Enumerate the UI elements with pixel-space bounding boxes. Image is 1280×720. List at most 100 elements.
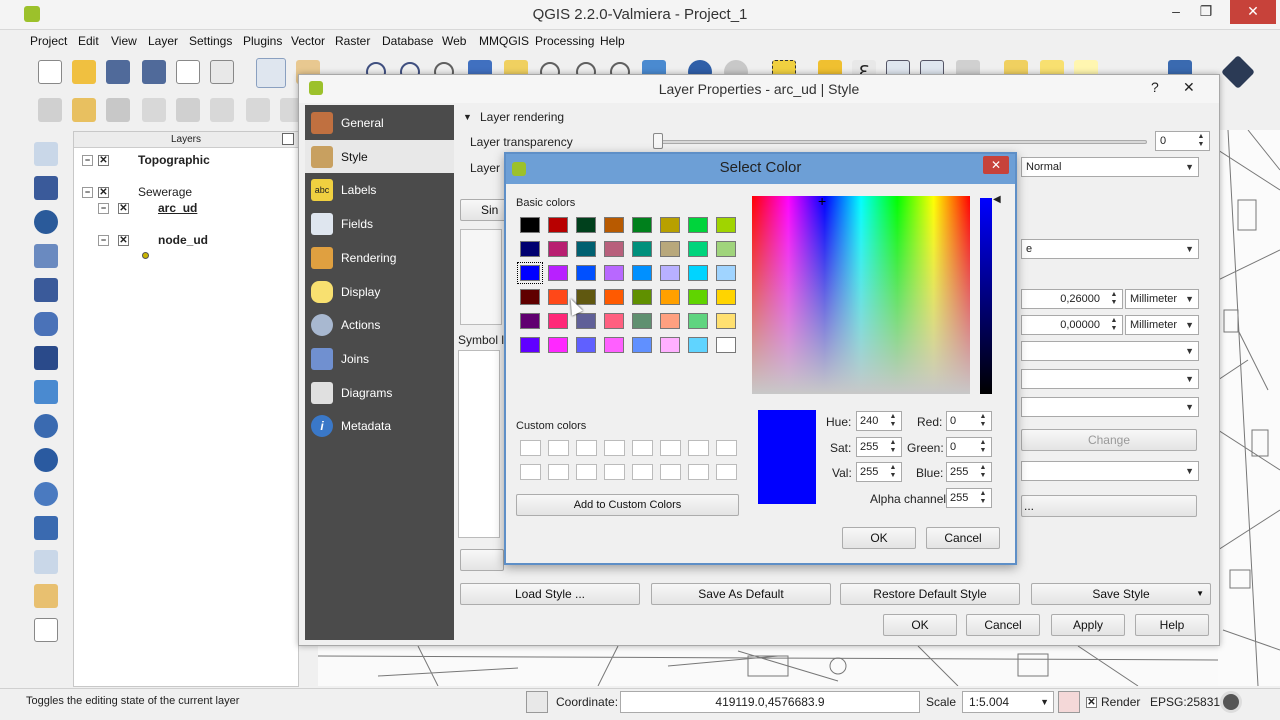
select-color-close-button[interactable]: ✕	[983, 156, 1009, 174]
plugin-icon[interactable]	[1221, 55, 1255, 89]
minimize-button[interactable]: –	[1162, 0, 1190, 24]
color-swatch[interactable]	[520, 217, 540, 233]
spin-arrows-icon[interactable]: ▲ ▼	[1194, 133, 1208, 149]
spin-arrows-icon[interactable]: ▲ ▼	[976, 464, 990, 480]
offset-unit-select[interactable]: Millimeter	[1125, 315, 1199, 335]
epsg-label[interactable]: EPSG:25831	[1150, 695, 1220, 709]
color-swatch[interactable]	[576, 241, 596, 257]
color-swatch[interactable]	[604, 217, 624, 233]
help-question-icon[interactable]: ?	[1151, 79, 1159, 95]
restore-default-button[interactable]: Restore Default Style	[840, 583, 1020, 605]
val-spinbox[interactable]: 255 ▲ ▼	[856, 462, 902, 482]
props-ok-button[interactable]: OK	[883, 614, 957, 636]
menu-raster[interactable]: Raster	[335, 34, 370, 48]
remove-layer-icon[interactable]	[34, 618, 58, 642]
spin-arrows-icon[interactable]: ▲ ▼	[886, 413, 900, 429]
color-swatch[interactable]	[660, 241, 680, 257]
load-style-button[interactable]: Load Style ...	[460, 583, 640, 605]
maximize-button[interactable]: ❐	[1192, 0, 1220, 24]
expand-node-ud[interactable]: −	[98, 235, 109, 246]
map-canvas-bottom[interactable]	[318, 646, 1218, 686]
color-swatch[interactable]	[548, 241, 568, 257]
custom-color-slot[interactable]	[660, 440, 681, 456]
custom-color-slot[interactable]	[604, 464, 625, 480]
spin-arrows-icon[interactable]: ▲ ▼	[1107, 291, 1121, 307]
ellipsis-button[interactable]: ...	[1021, 495, 1197, 517]
checkbox-arc-ud[interactable]: ✕	[118, 203, 129, 214]
add-symbol-layer-button[interactable]	[460, 549, 504, 571]
value-slider-arrow-icon[interactable]: ◀	[993, 194, 1001, 205]
add-mssql-layer-icon[interactable]	[34, 278, 58, 302]
spin-arrows-icon[interactable]: ▲ ▼	[976, 490, 990, 506]
close-button[interactable]: ✕	[1230, 0, 1276, 24]
red-spinbox[interactable]: 0 ▲ ▼	[946, 411, 992, 431]
color-swatch[interactable]	[548, 217, 568, 233]
color-swatch[interactable]	[660, 217, 680, 233]
pan-tool-icon[interactable]	[256, 58, 286, 88]
color-swatch[interactable]	[660, 337, 680, 353]
menu-processing[interactable]: Processing	[535, 34, 594, 48]
nav-metadata[interactable]: i Metadata	[305, 409, 454, 442]
custom-color-slot[interactable]	[576, 464, 597, 480]
width-unit-select[interactable]: Millimeter	[1125, 289, 1199, 309]
menu-mmqgis[interactable]: MMQGIS	[479, 34, 529, 48]
color-swatch[interactable]	[576, 337, 596, 353]
layer-node-ud[interactable]: node_ud	[158, 233, 208, 247]
green-spinbox[interactable]: 0 ▲ ▼	[946, 437, 992, 457]
rotation-icon[interactable]	[1058, 691, 1080, 713]
menu-web[interactable]: Web	[442, 34, 466, 48]
symbol-unit-select[interactable]: e	[1021, 239, 1199, 259]
color-swatch[interactable]	[688, 241, 708, 257]
color-swatch[interactable]	[632, 265, 652, 281]
color-swatch[interactable]	[520, 337, 540, 353]
menu-view[interactable]: View	[111, 34, 137, 48]
nav-style[interactable]: Style	[305, 140, 454, 173]
custom-color-slot[interactable]	[688, 440, 709, 456]
menu-vector[interactable]: Vector	[291, 34, 325, 48]
color-swatch[interactable]	[517, 262, 543, 284]
color-swatch[interactable]	[604, 241, 624, 257]
add-wfs-globe-icon[interactable]	[34, 482, 58, 506]
expand-sewerage[interactable]: −	[82, 187, 93, 198]
transparency-slider-handle[interactable]	[653, 133, 663, 149]
color-swatch[interactable]	[548, 337, 568, 353]
color-swatch[interactable]	[632, 289, 652, 305]
custom-color-slot[interactable]	[716, 464, 737, 480]
color-swatch[interactable]	[576, 265, 596, 281]
save-project-icon[interactable]	[106, 60, 130, 84]
props-help-button[interactable]: Help	[1135, 614, 1209, 636]
color-swatch[interactable]	[716, 265, 736, 281]
menu-database[interactable]: Database	[382, 34, 433, 48]
save-as-default-button[interactable]: Save As Default	[651, 583, 831, 605]
color-swatch[interactable]	[688, 289, 708, 305]
custom-color-slot[interactable]	[716, 440, 737, 456]
expand-topographic[interactable]: −	[82, 155, 93, 166]
alpha-spinbox[interactable]: 255 ▲ ▼	[946, 488, 992, 508]
save-edits-icon[interactable]	[106, 98, 130, 122]
move-feature-icon[interactable]	[176, 98, 200, 122]
color-swatch[interactable]	[688, 265, 708, 281]
new-project-icon[interactable]	[38, 60, 62, 84]
delete-selected-icon[interactable]	[246, 98, 270, 122]
layer-sewerage[interactable]: Sewerage	[138, 185, 192, 199]
width-spinbox[interactable]: 0,26000 ▲ ▼	[1021, 289, 1123, 309]
spin-arrows-icon[interactable]: ▲ ▼	[886, 464, 900, 480]
add-spatialite-layer-icon[interactable]	[34, 244, 58, 268]
color-swatch[interactable]	[716, 289, 736, 305]
color-swatch[interactable]	[604, 313, 624, 329]
custom-color-slot[interactable]	[604, 440, 625, 456]
nav-fields[interactable]: Fields	[305, 207, 454, 240]
expand-arc-ud[interactable]: −	[98, 203, 109, 214]
color-swatch[interactable]	[688, 337, 708, 353]
custom-color-slot[interactable]	[548, 440, 569, 456]
hue-spinbox[interactable]: 240 ▲ ▼	[856, 411, 902, 431]
custom-color-slot[interactable]	[520, 440, 541, 456]
save-style-button[interactable]: Save Style ▼	[1031, 583, 1211, 605]
sat-spinbox[interactable]: 255 ▲ ▼	[856, 437, 902, 457]
menu-plugins[interactable]: Plugins	[243, 34, 282, 48]
spin-arrows-icon[interactable]: ▲ ▼	[886, 439, 900, 455]
color-swatch[interactable]	[520, 313, 540, 329]
layer-topographic[interactable]: Topographic	[138, 153, 210, 167]
menu-help[interactable]: Help	[600, 34, 625, 48]
color-swatch[interactable]	[548, 313, 568, 329]
